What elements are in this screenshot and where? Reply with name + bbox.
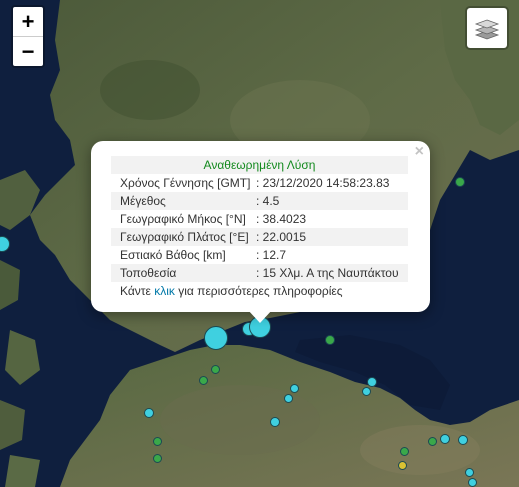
popup-title: Αναθεωρημένη Λύση [111, 156, 408, 174]
detail-row: Εστιακό Βάθος [km] : 12.7 [111, 246, 408, 264]
quake-marker[interactable] [468, 478, 477, 487]
detail-row: Γεωγραφικό Μήκος [°N] : 38.4023 [111, 210, 408, 228]
detail-row: Χρόνος Γέννησης [GMT] : 23/12/2020 14:58… [111, 174, 408, 192]
earthquake-info-popup: × Αναθεωρημένη Λύση Χρόνος Γέννησης [GMT… [91, 141, 430, 323]
more-info-suffix: για περισσότερες πληροφορίες [174, 284, 343, 298]
detail-value: : 22.0015 [256, 230, 307, 244]
detail-label: Γεωγραφικό Μήκος [°N] [120, 212, 246, 226]
detail-label: Γεωγραφικό Πλάτος [°E] [120, 230, 249, 244]
detail-label: Χρόνος Γέννησης [GMT] [120, 176, 251, 190]
quake-marker[interactable] [400, 447, 409, 456]
quake-marker[interactable] [153, 454, 162, 463]
quake-marker[interactable] [398, 461, 407, 470]
detail-label: Εστιακό Βάθος [km] [120, 248, 226, 262]
detail-row: Μέγεθος : 4.5 [111, 192, 408, 210]
detail-row: Γεωγραφικό Πλάτος [°E] : 22.0015 [111, 228, 408, 246]
quake-marker[interactable] [325, 335, 335, 345]
quake-marker[interactable] [270, 417, 280, 427]
quake-marker[interactable] [440, 434, 450, 444]
detail-row: Τοποθεσία : 15 Χλμ. Α της Ναυπάκτου [111, 264, 408, 282]
zoom-control: + − [11, 5, 45, 68]
more-info-link[interactable]: κλικ [154, 284, 175, 298]
detail-value: : 15 Χλμ. Α της Ναυπάκτου [256, 266, 399, 280]
detail-label: Μέγεθος [120, 194, 166, 208]
quake-marker[interactable] [284, 394, 293, 403]
quake-marker[interactable] [458, 435, 468, 445]
quake-marker[interactable] [367, 377, 377, 387]
earthquake-details-table: Αναθεωρημένη Λύση Χρόνος Γέννησης [GMT] … [111, 156, 408, 300]
detail-label: Τοποθεσία [120, 266, 177, 280]
quake-marker[interactable] [428, 437, 437, 446]
zoom-out-button[interactable]: − [13, 37, 43, 66]
detail-value: : 38.4023 [256, 212, 307, 226]
quake-marker[interactable] [153, 437, 162, 446]
popup-close-button[interactable]: × [415, 144, 424, 160]
zoom-in-button[interactable]: + [13, 7, 43, 37]
detail-value: : 4.5 [256, 194, 280, 208]
quake-marker[interactable] [465, 468, 474, 477]
more-info-line: Κάντε κλικ για περισσότερες πληροφορίες [111, 282, 408, 300]
more-info-prefix: Κάντε [120, 284, 155, 298]
detail-value: : 12.7 [256, 248, 287, 262]
detail-value: : 23/12/2020 14:58:23.83 [256, 176, 390, 190]
quake-marker[interactable] [204, 326, 228, 350]
layers-stack-icon [474, 19, 500, 40]
quake-marker[interactable] [290, 384, 299, 393]
quake-marker[interactable] [199, 376, 208, 385]
quake-marker[interactable] [211, 365, 220, 374]
quake-marker[interactable] [144, 408, 154, 418]
quake-marker[interactable] [455, 177, 465, 187]
quake-marker[interactable] [362, 387, 371, 396]
layers-button[interactable] [465, 6, 509, 50]
popup-tip [247, 309, 273, 323]
